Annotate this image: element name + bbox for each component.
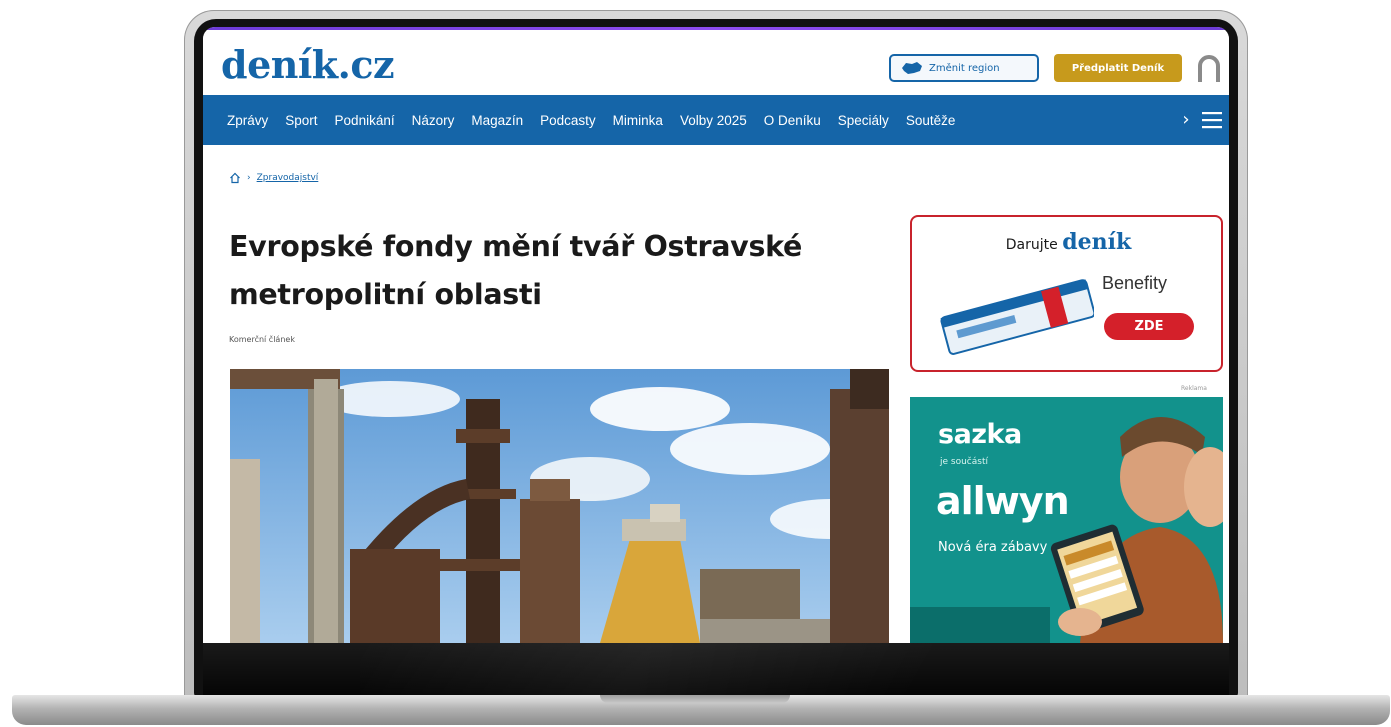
subscribe-button[interactable]: Předplatit Deník xyxy=(1054,54,1182,82)
nav-item-podnikani[interactable]: Podnikání xyxy=(335,113,395,128)
donate-denik-banner[interactable]: Darujte deník Benefity ZDE xyxy=(910,215,1223,372)
change-region-button[interactable]: Změnit region xyxy=(889,54,1039,82)
nav-item-volby[interactable]: Volby 2025 xyxy=(680,113,747,128)
site-header: deník.cz Změnit region Předplatit Deník xyxy=(203,30,1229,95)
sazka-allwyn-ad[interactable]: sazka je součástí allwyn Nová éra zábavy xyxy=(910,397,1223,643)
zde-button[interactable]: ZDE xyxy=(1104,313,1194,340)
donate-title-prefix: Darujte xyxy=(1005,237,1058,253)
breadcrumb-separator-icon: › xyxy=(247,173,251,183)
article-headline: Evropské fondy mění tvář Ostravské metro… xyxy=(229,230,803,311)
nav-item-miminka[interactable]: Miminka xyxy=(613,113,663,128)
nav-item-souteze[interactable]: Soutěže xyxy=(906,113,956,128)
bezel-glare xyxy=(360,643,1060,695)
sazka-subtitle: je součástí xyxy=(940,457,988,467)
allwyn-logo: allwyn xyxy=(936,479,1070,523)
home-icon[interactable] xyxy=(229,172,241,184)
nav-item-nazory[interactable]: Názory xyxy=(412,113,455,128)
account-icon[interactable] xyxy=(1194,52,1224,84)
site-logo[interactable]: deník.cz xyxy=(221,43,395,87)
nav-scroll-right-icon[interactable]: › xyxy=(1175,109,1197,131)
hamburger-menu-icon[interactable] xyxy=(1201,111,1223,129)
article-byline: Komerční článek xyxy=(229,335,295,344)
donate-title: Darujte deník xyxy=(912,229,1225,255)
laptop-base-notch xyxy=(600,695,790,703)
article-photo-steelworks[interactable] xyxy=(230,369,889,643)
nav-item-o-deniku[interactable]: O Deníku xyxy=(764,113,821,128)
main-nav: Zprávy Sport Podnikání Názory Magazín Po… xyxy=(203,95,1229,145)
breadcrumb-link[interactable]: Zpravodajství xyxy=(257,173,319,183)
change-region-label: Změnit region xyxy=(929,62,1000,74)
nav-item-podcasty[interactable]: Podcasty xyxy=(540,113,596,128)
ad-label: Reklama xyxy=(1181,385,1207,392)
laptop-screen: deník.cz Změnit region Předplatit Deník … xyxy=(203,27,1229,643)
nav-item-sport[interactable]: Sport xyxy=(285,113,317,128)
nav-overflow-fade xyxy=(1123,95,1178,145)
nav-item-magazin[interactable]: Magazín xyxy=(471,113,523,128)
donate-brand: deník xyxy=(1062,229,1132,255)
sazka-logo: sazka xyxy=(938,419,1022,450)
nav-item-specialy[interactable]: Speciály xyxy=(838,113,889,128)
benefity-label: Benefity xyxy=(1102,273,1168,293)
region-map-icon xyxy=(902,62,922,74)
gift-card-image xyxy=(940,279,1094,355)
nav-item-zpravy[interactable]: Zprávy xyxy=(227,113,268,128)
sazka-tagline: Nová éra zábavy xyxy=(938,540,1048,555)
breadcrumb: › Zpravodajství xyxy=(229,172,318,184)
